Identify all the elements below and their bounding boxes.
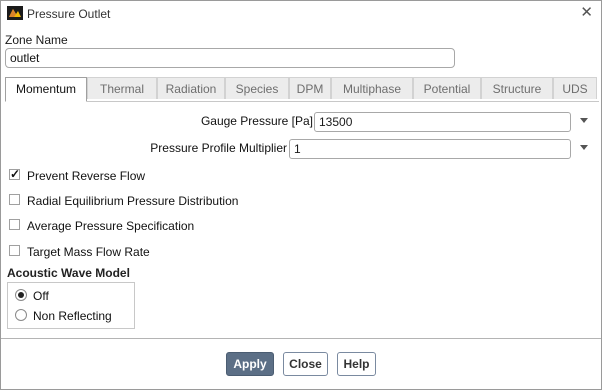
gauge-pressure-input[interactable]: 13500 [314, 112, 571, 132]
tab-species[interactable]: Species [225, 77, 289, 99]
prevent-reverse-flow-label: Prevent Reverse Flow [27, 169, 146, 183]
average-pressure-checkbox[interactable] [9, 219, 20, 230]
apply-button[interactable]: Apply [226, 352, 274, 376]
button-bar-divider [1, 338, 601, 339]
zone-name-label: Zone Name [5, 33, 68, 47]
window-title: Pressure Outlet [27, 7, 111, 21]
pressure-profile-multiplier-input[interactable]: 1 [289, 139, 571, 159]
pressure-profile-multiplier-label: Pressure Profile Multiplier [150, 141, 287, 155]
radio-selected-dot [18, 292, 24, 298]
fluent-app-icon [7, 6, 23, 20]
prevent-reverse-flow-checkbox[interactable]: ✓ [9, 167, 21, 181]
check-icon: ✓ [10, 167, 21, 181]
tab-multiphase[interactable]: Multiphase [331, 77, 413, 99]
tab-structure[interactable]: Structure [481, 77, 553, 99]
acoustic-wave-model-title: Acoustic Wave Model [7, 266, 130, 280]
tab-potential[interactable]: Potential [413, 77, 481, 99]
tab-uds[interactable]: UDS [553, 77, 597, 99]
pressure-profile-multiplier-dropdown-icon[interactable] [580, 145, 588, 150]
close-icon[interactable]: ✕ [580, 5, 593, 21]
title-bar: Pressure Outlet ✕ [1, 1, 601, 27]
help-button[interactable]: Help [337, 352, 376, 376]
target-mass-flow-checkbox[interactable] [9, 245, 20, 256]
tab-momentum[interactable]: Momentum [5, 77, 87, 102]
tab-bar: Momentum Thermal Radiation Species DPM M… [5, 77, 599, 102]
radial-equilibrium-checkbox[interactable] [9, 194, 20, 205]
target-mass-flow-label: Target Mass Flow Rate [27, 245, 150, 259]
close-button[interactable]: Close [283, 352, 328, 376]
zone-name-input[interactable] [5, 48, 455, 68]
average-pressure-label: Average Pressure Specification [27, 219, 195, 233]
tab-thermal[interactable]: Thermal [87, 77, 157, 99]
tab-dpm[interactable]: DPM [289, 77, 331, 99]
tab-radiation[interactable]: Radiation [157, 77, 225, 99]
pressure-outlet-dialog: Pressure Outlet ✕ Zone Name Momentum The… [0, 0, 602, 390]
acoustic-non-reflecting-label: Non Reflecting [33, 309, 112, 323]
gauge-pressure-label: Gauge Pressure [Pa] [200, 114, 313, 128]
gauge-pressure-dropdown-icon[interactable] [580, 118, 588, 123]
acoustic-off-label: Off [33, 289, 49, 303]
acoustic-off-radio[interactable] [15, 289, 27, 301]
radial-equilibrium-label: Radial Equilibrium Pressure Distribution [27, 194, 239, 208]
acoustic-non-reflecting-radio[interactable] [15, 309, 27, 321]
